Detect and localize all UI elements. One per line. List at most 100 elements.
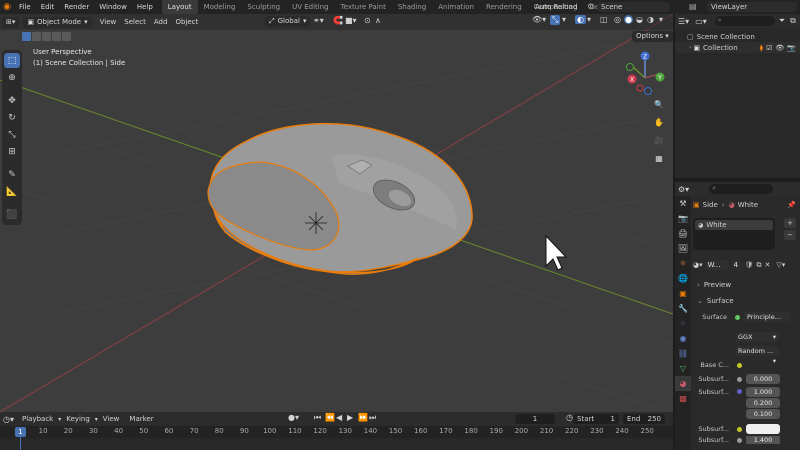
shading-wireframe-icon[interactable]: ◎ bbox=[614, 15, 621, 24]
shading-rendered-icon[interactable]: ◑ bbox=[647, 15, 654, 24]
view-layer-selector[interactable]: ViewLayer bbox=[707, 2, 797, 12]
subsurface-value-field[interactable]: 0.000 bbox=[746, 374, 780, 384]
tab-sculpting[interactable]: Sculpting bbox=[241, 0, 286, 14]
menu-playback[interactable]: Playback bbox=[17, 415, 58, 423]
snap-icon[interactable]: 🧲 bbox=[333, 16, 343, 25]
remove-slot-icon[interactable]: − bbox=[784, 230, 796, 240]
particles-tab-icon[interactable]: ⁘ bbox=[675, 316, 691, 331]
tool-tab-icon[interactable]: ⚒ bbox=[675, 196, 691, 211]
select-intersect-icon[interactable] bbox=[62, 32, 71, 41]
view-layer-tab-icon[interactable]: 🖼 bbox=[675, 241, 691, 256]
perspective-grid-icon[interactable]: ▦ bbox=[652, 151, 666, 165]
menu-edit[interactable]: Edit bbox=[36, 0, 60, 14]
unlink-icon[interactable]: ✕ bbox=[765, 261, 771, 269]
options-button[interactable]: Options ▾ bbox=[632, 31, 673, 42]
menu-render[interactable]: Render bbox=[59, 0, 94, 14]
subsurface-ior-socket-icon[interactable] bbox=[737, 437, 742, 443]
link-type-icon[interactable]: ▽▾ bbox=[776, 261, 785, 269]
editor-type-button[interactable]: ⊞▾ bbox=[2, 16, 20, 28]
blender-logo-icon[interactable]: ◉ bbox=[0, 0, 14, 14]
tab-layout[interactable]: Layout bbox=[161, 0, 198, 14]
select-extend-icon[interactable] bbox=[32, 32, 41, 41]
world-tab-icon[interactable]: 🌐 bbox=[675, 271, 691, 286]
surface-shader-field[interactable]: Principle... bbox=[744, 312, 790, 322]
properties-search-input[interactable]: ⌕ bbox=[709, 184, 774, 194]
record-keyframe-icon[interactable]: ●▾ bbox=[283, 413, 304, 422]
falloff-icon[interactable]: ∧ bbox=[375, 16, 381, 25]
menu-help[interactable]: Help bbox=[132, 0, 158, 14]
menu-add[interactable]: Add bbox=[150, 18, 172, 26]
menu-window[interactable]: Window bbox=[94, 0, 132, 14]
add-slot-icon[interactable]: + bbox=[784, 218, 796, 228]
subsurface-socket-icon[interactable] bbox=[737, 376, 742, 382]
scene-tab-icon[interactable]: ⚛ bbox=[675, 256, 691, 271]
tab-shading[interactable]: Shading bbox=[392, 0, 432, 14]
menu-view[interactable]: View bbox=[96, 18, 121, 26]
start-frame-field[interactable]: Start 1 bbox=[573, 414, 619, 424]
select-invert-icon[interactable] bbox=[52, 32, 61, 41]
new-collection-icon[interactable]: ⧉ bbox=[790, 16, 796, 26]
jump-end-icon[interactable]: ⏭ bbox=[364, 413, 381, 423]
base-color-socket-icon[interactable] bbox=[737, 362, 742, 368]
properties-editor-type-icon[interactable]: ⚙▾ bbox=[678, 185, 689, 194]
transform-tool-icon[interactable]: ⊞ bbox=[4, 144, 20, 159]
move-tool-icon[interactable]: ✥ bbox=[4, 93, 20, 108]
add-cube-tool-icon[interactable]: ⬛ bbox=[4, 207, 20, 222]
end-frame-field[interactable]: End 250 bbox=[623, 414, 665, 424]
select-box-tool-icon[interactable]: ⬚ bbox=[4, 53, 20, 68]
shading-dropdown-icon[interactable]: ▾ bbox=[659, 15, 663, 24]
overlays-dropdown-icon[interactable]: ▾ bbox=[587, 15, 591, 24]
camera-view-icon[interactable]: 🎥 bbox=[652, 133, 666, 147]
texture-tab-icon[interactable]: ▩ bbox=[675, 391, 691, 406]
overlays-toggle-icon[interactable]: ◐ bbox=[575, 15, 586, 24]
user-count[interactable]: 4 bbox=[731, 260, 742, 270]
xray-icon[interactable]: ◫ bbox=[600, 15, 608, 24]
render-tab-icon[interactable]: 📷 bbox=[675, 211, 691, 226]
subsurface-color-socket-icon[interactable] bbox=[737, 426, 742, 432]
physics-tab-icon[interactable]: ◉ bbox=[675, 331, 691, 346]
menu-marker[interactable]: Marker bbox=[124, 415, 158, 423]
shading-solid-icon[interactable]: ● bbox=[624, 15, 633, 24]
tab-modeling[interactable]: Modeling bbox=[198, 0, 242, 14]
outliner-search-input[interactable]: ⌕ bbox=[714, 16, 775, 26]
visibility-icon[interactable]: 👁▾ bbox=[532, 15, 546, 24]
pan-hand-icon[interactable]: ✋ bbox=[652, 115, 666, 129]
annotate-tool-icon[interactable]: ✎ bbox=[4, 167, 20, 182]
proportional-edit-icon[interactable]: ⊙ bbox=[364, 16, 371, 25]
distribution-dropdown[interactable]: GGX ▾ bbox=[735, 332, 779, 342]
rotate-tool-icon[interactable]: ↻ bbox=[4, 110, 20, 125]
constraints-tab-icon[interactable]: ⛓ bbox=[675, 346, 691, 361]
scale-tool-icon[interactable]: ⤡ bbox=[4, 127, 20, 142]
output-tab-icon[interactable]: 🖨 bbox=[675, 226, 691, 241]
playhead[interactable]: 1 bbox=[15, 427, 26, 437]
snap-target-icon[interactable]: ■▾ bbox=[345, 16, 357, 25]
expand-arrow-icon[interactable]: › bbox=[689, 44, 691, 51]
menu-timeline-view[interactable]: View bbox=[98, 415, 125, 423]
modifier-tab-icon[interactable]: 🔧 bbox=[675, 301, 691, 316]
object-tab-icon[interactable]: ▣ bbox=[675, 286, 691, 301]
timeline-editor-type-icon[interactable]: ◷▾ bbox=[0, 415, 17, 424]
material-slot-row[interactable]: ◕ White bbox=[695, 220, 773, 230]
outliner-row-scene-collection[interactable]: ▢ Scene Collection bbox=[675, 31, 800, 42]
select-new-icon[interactable] bbox=[22, 32, 31, 41]
browse-material-icon[interactable]: ◕▾ bbox=[693, 261, 703, 269]
cursor-tool-icon[interactable]: ⊕ bbox=[4, 70, 20, 85]
current-frame-field[interactable]: 1 bbox=[515, 414, 555, 424]
menu-select[interactable]: Select bbox=[120, 18, 150, 26]
radius-z-field[interactable]: 0.100 bbox=[746, 408, 780, 419]
duplicate-icon[interactable]: ⧉ bbox=[757, 261, 762, 270]
exclude-checkbox-icon[interactable]: ☑ bbox=[766, 44, 772, 52]
tab-uv-editing[interactable]: UV Editing bbox=[286, 0, 335, 14]
select-subtract-icon[interactable] bbox=[42, 32, 51, 41]
mouse-mesh[interactable] bbox=[207, 122, 473, 275]
filter-icon[interactable]: ⏷ bbox=[779, 16, 785, 26]
menu-object[interactable]: Object bbox=[171, 18, 202, 26]
mode-selector[interactable]: ▣ Object Mode ▾ bbox=[23, 16, 92, 28]
outliner-editor-type-icon[interactable]: ☰▾ bbox=[678, 17, 689, 26]
auto-reload-button[interactable]: Auto Reload bbox=[535, 0, 577, 14]
scene-selector[interactable]: Scene bbox=[597, 2, 670, 12]
tab-texture-paint[interactable]: Texture Paint bbox=[335, 0, 392, 14]
menu-file[interactable]: File bbox=[14, 0, 36, 14]
outliner-row-collection[interactable]: › ▣ Collection ⧫ ☑ 👁 📷 bbox=[675, 42, 800, 53]
navigation-gizmo[interactable]: Z Y X bbox=[626, 51, 665, 95]
